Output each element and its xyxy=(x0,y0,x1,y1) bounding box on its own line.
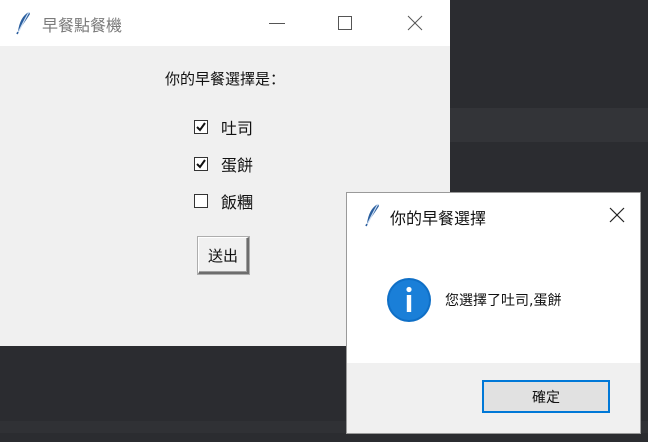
background-panel xyxy=(450,108,648,142)
dialog-close-button[interactable] xyxy=(594,193,640,237)
dialog-message: 您選擇了吐司,蛋餅 xyxy=(445,293,562,309)
maximize-icon xyxy=(338,16,352,30)
checkbox-egg-pancake[interactable]: 蛋餅 xyxy=(194,154,254,175)
checkbox-label: 吐司 xyxy=(221,119,254,138)
ok-button[interactable]: 確定 xyxy=(482,380,610,413)
minimize-icon xyxy=(269,23,285,24)
checkbox-label: 飯糰 xyxy=(221,193,254,212)
dialog-title-bar[interactable]: 你的早餐選擇 xyxy=(347,193,640,237)
checkbox-toast[interactable]: 吐司 xyxy=(194,117,254,138)
close-icon xyxy=(609,207,625,223)
checkbox-box[interactable] xyxy=(194,157,208,171)
checkbox-box[interactable] xyxy=(194,194,208,208)
minimize-button[interactable] xyxy=(254,0,300,46)
checkbox-label: 蛋餅 xyxy=(221,156,254,175)
close-icon xyxy=(407,15,423,31)
info-icon xyxy=(387,278,431,322)
checkbox-box[interactable] xyxy=(194,120,208,134)
dialog-footer: 確定 xyxy=(347,363,640,433)
prompt-label: 你的早餐選擇是： xyxy=(164,70,285,88)
close-button[interactable] xyxy=(392,0,438,46)
window-title: 早餐點餐機 xyxy=(42,16,123,35)
checkbox-rice-ball[interactable]: 飯糰 xyxy=(194,191,254,212)
title-bar[interactable]: 早餐點餐機 xyxy=(0,0,450,46)
message-dialog: 你的早餐選擇 您選擇了吐司,蛋餅 確定 xyxy=(347,193,640,433)
checkmark-icon xyxy=(196,159,206,169)
feather-icon xyxy=(16,11,30,35)
submit-button[interactable]: 送出 xyxy=(198,237,249,274)
maximize-button[interactable] xyxy=(322,0,368,46)
feather-icon xyxy=(365,203,379,227)
dialog-title: 你的早餐選擇 xyxy=(390,209,487,228)
checkmark-icon xyxy=(196,122,206,132)
